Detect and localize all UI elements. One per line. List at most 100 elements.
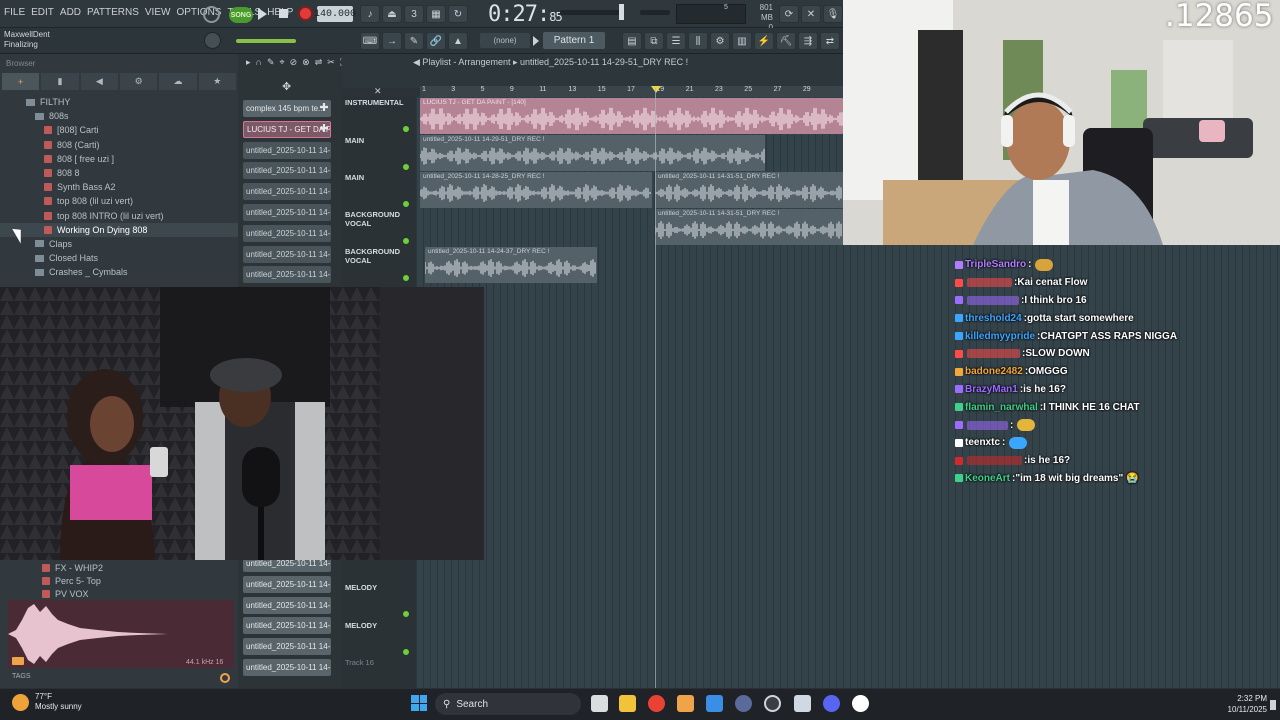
track-enable-led[interactable]: [403, 201, 409, 207]
chrome-icon[interactable]: [648, 695, 665, 712]
track-name[interactable]: BACKGROUND VOCAL: [345, 247, 415, 265]
track-enable-led[interactable]: [403, 126, 409, 132]
pattern-selector[interactable]: Pattern 1: [543, 32, 605, 49]
chat-username[interactable]: KeoneArt: [965, 473, 1010, 484]
browser-file[interactable]: FX - WHIP2: [0, 561, 238, 574]
magnet-icon[interactable]: ∩: [256, 57, 262, 68]
metronome-icon[interactable]: ♪: [360, 5, 380, 23]
browser-tab-back[interactable]: ◀: [80, 73, 118, 90]
discord-icon[interactable]: [823, 695, 840, 712]
channel-button[interactable]: untitled_2025-10-11 14-: [243, 638, 331, 656]
browser-file[interactable]: Synth Bass A2: [0, 180, 238, 194]
playlist-pattern-name[interactable]: untitled_2025-10-11 14-29-51_DRY REC !: [520, 57, 688, 67]
browser-tab-cloud[interactable]: ☁: [159, 73, 197, 90]
channel-button[interactable]: untitled_2025-10-11 14-: [243, 141, 331, 159]
sample-preview[interactable]: [8, 600, 234, 668]
browser-folder[interactable]: Claps: [0, 237, 238, 251]
channel-button[interactable]: untitled_2025-10-11 14-: [243, 224, 331, 242]
audio-clip[interactable]: untitled_2025-10-11 14-29-51_DRY REC !: [420, 135, 765, 171]
window-icon[interactable]: [794, 695, 811, 712]
pencil-icon[interactable]: ✎: [404, 32, 424, 50]
record-button[interactable]: [298, 6, 313, 21]
tags-search-icon[interactable]: [220, 673, 230, 683]
pattern-arrow-icon[interactable]: [533, 36, 539, 46]
pencil-tool-icon[interactable]: ✎: [267, 57, 275, 68]
browser-file[interactable]: top 808 INTRO (lil uzi vert): [0, 209, 238, 223]
menu-view[interactable]: VIEW: [145, 7, 171, 18]
playhead-marker-icon[interactable]: [651, 86, 661, 93]
notification-icon[interactable]: [1270, 700, 1276, 710]
track-enable-led[interactable]: [403, 164, 409, 170]
countdown-icon[interactable]: 3: [404, 5, 424, 23]
channel-rack-icon[interactable]: ☰: [666, 32, 686, 50]
browser-tab-favorites[interactable]: ★: [198, 73, 236, 90]
piano-roll-icon[interactable]: ⧉: [644, 32, 664, 50]
cpu-meter-icon[interactable]: [203, 6, 220, 23]
wait-icon[interactable]: ⏏: [382, 5, 402, 23]
channel-button[interactable]: untitled_2025-10-11 14-: [243, 245, 331, 263]
browser-folder[interactable]: 808s: [0, 109, 238, 123]
channel-button[interactable]: untitled_2025-10-11 14-: [243, 596, 331, 614]
playlist-arrow-icon[interactable]: ◀: [413, 57, 422, 67]
track-name[interactable]: Track 16: [345, 658, 415, 667]
stamp-icon[interactable]: ▲: [448, 32, 468, 50]
track-name[interactable]: INSTRUMENTAL: [345, 98, 415, 107]
track-enable-led[interactable]: [403, 238, 409, 244]
plugin-icon[interactable]: ⚡: [754, 32, 774, 50]
main-volume-slider[interactable]: [236, 39, 296, 43]
audio-clip[interactable]: untitled_2025-10-11 14-31-51_DRY REC !: [655, 209, 843, 245]
track-enable-led[interactable]: [403, 649, 409, 655]
weather-widget[interactable]: 77°F Mostly sunny: [12, 692, 82, 712]
channel-move-icon[interactable]: ✚: [318, 123, 330, 135]
file-explorer-icon[interactable]: [619, 695, 636, 712]
master-pitch-slider[interactable]: [640, 10, 670, 15]
slice-icon[interactable]: ✂: [327, 57, 335, 68]
channel-button[interactable]: untitled_2025-10-11 14-: [243, 659, 331, 676]
arrow-left-icon[interactable]: ▸: [246, 57, 251, 68]
chat-username[interactable]: killedmyypride: [965, 331, 1035, 342]
windows-start-icon[interactable]: [411, 695, 427, 711]
task-view-icon[interactable]: [591, 695, 608, 712]
track-name[interactable]: MELODY: [345, 583, 415, 592]
mixer-icon[interactable]: ⫼: [688, 32, 708, 50]
track-name[interactable]: MAIN: [345, 136, 415, 145]
fl-studio-icon[interactable]: [677, 695, 694, 712]
track-enable-led[interactable]: [403, 611, 409, 617]
pen-app-icon[interactable]: [852, 695, 869, 712]
menu-add[interactable]: ADD: [60, 7, 81, 18]
channel-button[interactable]: untitled_2025-10-11 14-: [243, 204, 331, 221]
chat-username[interactable]: teenxtc: [965, 437, 1000, 448]
track-name[interactable]: MELODY: [345, 621, 415, 630]
channel-button[interactable]: untitled_2025-10-11 14-: [243, 266, 331, 284]
brush-icon[interactable]: ⌖: [280, 57, 285, 68]
store-icon[interactable]: [706, 695, 723, 712]
step-edit-icon[interactable]: ▦: [426, 5, 446, 23]
tempo-display[interactable]: 140.000: [314, 6, 356, 22]
channel-button[interactable]: untitled_2025-10-11 14-: [243, 617, 331, 635]
microphone-icon[interactable]: 🎙: [823, 5, 843, 23]
audio-clip[interactable]: untitled_2025-10-11 14-28-25_DRY REC !: [420, 172, 652, 208]
app-icon[interactable]: [735, 695, 752, 712]
audio-clip[interactable]: untitled_2025-10-11 14-24-37_DRY REC !: [425, 247, 597, 283]
audio-clip[interactable]: LUCIUS TJ - GET DA PAINT - [140]: [420, 98, 843, 134]
browser-folder[interactable]: Closed Hats: [0, 251, 238, 265]
taskbar-clock[interactable]: 2:32 PM 10/11/2025: [1222, 693, 1267, 715]
help-icon[interactable]: ⇄: [820, 32, 840, 50]
browser-file[interactable]: top 808 (lil uzi vert): [0, 194, 238, 208]
play-icon[interactable]: [258, 8, 267, 20]
timeline-ruler[interactable]: 1 3 5 9 11 13 15 17 19 21 23 25 27 29: [420, 86, 843, 97]
song-mode-toggle[interactable]: SONG: [229, 7, 253, 23]
loop-record-icon[interactable]: ↻: [448, 5, 468, 23]
audio-clip[interactable]: untitled_2025-10-11 14-31-51_DRY REC !: [655, 172, 843, 208]
refresh-icon[interactable]: ⟳: [779, 5, 799, 23]
master-knob-icon[interactable]: [204, 32, 221, 49]
render-icon[interactable]: ⇶: [798, 32, 818, 50]
menu-patterns[interactable]: PATTERNS: [87, 7, 139, 18]
browser-file[interactable]: 808 [ free uzi ]: [0, 152, 238, 166]
tempo-tapper-icon[interactable]: ⛏: [776, 32, 796, 50]
chat-username[interactable]: flamin_narwhal: [965, 402, 1038, 413]
browser-tab-all[interactable]: +: [2, 73, 40, 90]
snap-arrows-icon[interactable]: ✥: [282, 80, 291, 93]
menu-edit[interactable]: EDIT: [31, 7, 54, 18]
master-volume-slider[interactable]: [560, 10, 620, 15]
